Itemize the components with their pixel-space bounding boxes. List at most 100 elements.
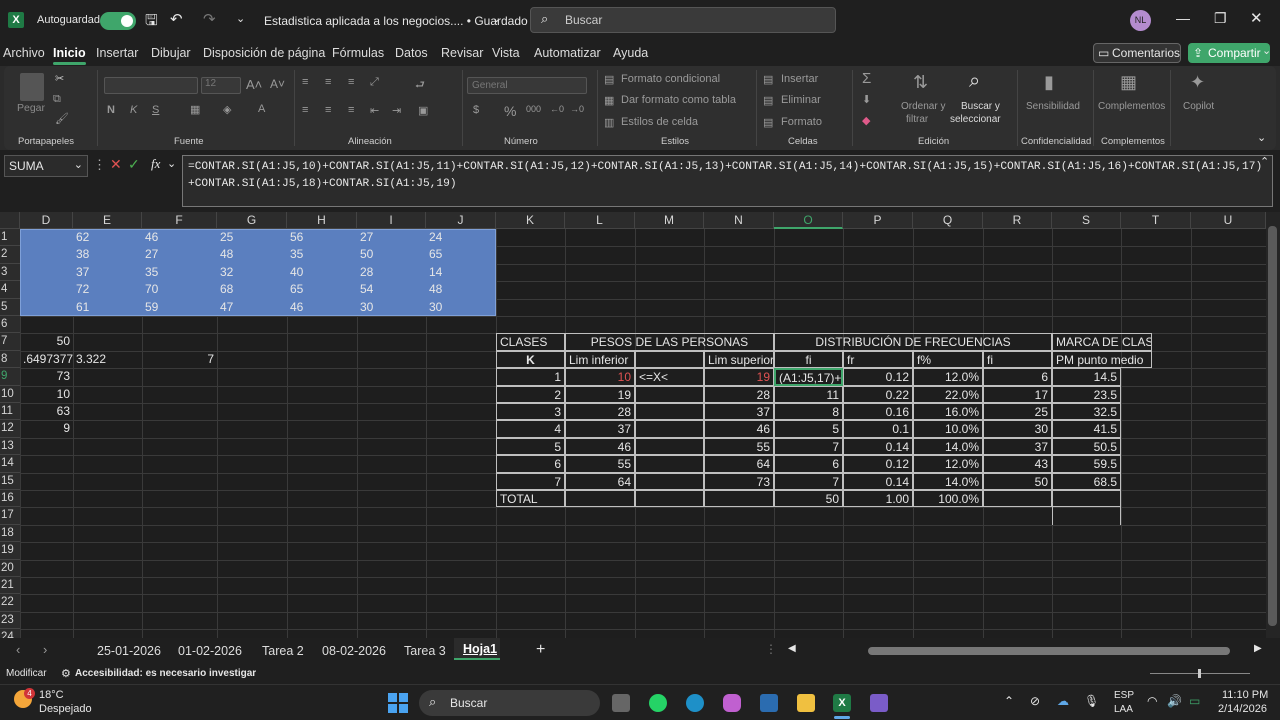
cell-d10[interactable]: 10 — [20, 386, 73, 403]
language-indicator-2[interactable]: LAA — [1114, 704, 1133, 715]
row-header-3[interactable]: 3 — [0, 263, 20, 282]
chevron-down-icon[interactable]: ⌄ — [167, 157, 176, 170]
row-header-1[interactable]: 1 — [0, 229, 20, 247]
cell[interactable] — [1052, 507, 1121, 525]
active-cell-o9[interactable]: (A1:J5,17)+ — [774, 368, 843, 386]
data-cell[interactable]: 14 — [426, 264, 496, 281]
clock-time[interactable]: 11:10 PM — [1222, 689, 1268, 701]
collapse-formula-icon[interactable]: ⌃ — [1260, 155, 1269, 168]
row-header-5[interactable]: 5 — [0, 298, 20, 316]
row-header-15[interactable]: 15 — [0, 472, 20, 490]
header-lim-superior[interactable]: Lim superior — [704, 350, 774, 369]
align-bottom-icon[interactable]: ≡ — [348, 76, 354, 88]
align-right-icon[interactable]: ≡ — [348, 104, 354, 116]
data-cell[interactable]: 59 — [142, 299, 217, 316]
copilot-app-icon[interactable] — [723, 694, 741, 712]
data-cell[interactable]: 25 — [217, 229, 287, 246]
freq-fr[interactable]: 0.14 — [843, 437, 913, 456]
cell-d12[interactable]: 9 — [20, 420, 73, 437]
cell-e8[interactable]: 3.322 — [73, 351, 142, 368]
row-header-12[interactable]: 12 — [0, 420, 20, 438]
avatar[interactable]: NL — [1130, 10, 1151, 31]
cell-d8[interactable]: .64973775 — [20, 351, 73, 368]
scroll-right-icon[interactable]: ▶ — [1254, 643, 1262, 654]
row-header-16[interactable]: 16 — [0, 490, 20, 508]
close-icon[interactable]: ✕ — [1250, 9, 1263, 27]
header-pm[interactable]: PM punto medio — [1052, 350, 1152, 369]
freq-fi[interactable]: 7 — [774, 472, 843, 490]
font-size-select[interactable]: 12 — [201, 77, 241, 94]
merge-cells-icon[interactable]: ▣ — [418, 104, 428, 117]
row-header-7[interactable]: 7 — [0, 333, 20, 351]
snipping-tool-icon[interactable] — [870, 694, 888, 712]
label-total[interactable]: TOTAL — [496, 490, 565, 508]
freq-cum[interactable]: 37 — [983, 437, 1052, 456]
excel-taskbar-icon[interactable]: X — [833, 694, 851, 712]
header-marca[interactable]: MARCA DE CLASE — [1052, 333, 1152, 351]
data-cell[interactable]: 56 — [287, 229, 357, 246]
row-header-20[interactable]: 20 — [0, 559, 20, 577]
data-cell[interactable]: 68 — [217, 281, 287, 298]
data-cell[interactable]: 46 — [142, 229, 217, 246]
class-k[interactable]: 2 — [496, 385, 565, 403]
data-cell[interactable]: 61 — [73, 299, 142, 316]
freq-cum[interactable]: 25 — [983, 403, 1052, 421]
data-cell[interactable]: 24 — [426, 229, 496, 246]
freq-fi[interactable]: 6 — [774, 455, 843, 473]
column-header-j[interactable]: J — [426, 212, 496, 229]
wifi-icon[interactable]: ◠ — [1147, 694, 1157, 708]
freq-pct[interactable]: 12.0% — [913, 368, 983, 386]
scroll-left-icon[interactable]: ◀ — [788, 643, 796, 654]
select-all-corner[interactable] — [0, 212, 20, 229]
row-header-24[interactable]: 24 — [0, 629, 20, 638]
paste-button[interactable]: Pegar — [17, 102, 45, 114]
column-header-k[interactable]: K — [496, 212, 565, 229]
wrap-text-icon[interactable]: ⮐ — [415, 76, 425, 95]
header-k[interactable]: K — [496, 350, 565, 369]
lim-inferior[interactable]: 46 — [565, 437, 635, 456]
lim-superior[interactable]: 19 — [704, 368, 774, 386]
header-pesos[interactable]: PESOS DE LAS PERSONAS — [565, 333, 774, 351]
decrease-indent-icon[interactable]: ⇤ — [370, 104, 379, 117]
lim-superior[interactable]: 64 — [704, 455, 774, 473]
file-manager-icon[interactable] — [612, 694, 630, 712]
lim-superior[interactable]: 46 — [704, 420, 774, 438]
save-icon[interactable]: 🖫 — [145, 10, 158, 35]
column-header-s[interactable]: S — [1052, 212, 1121, 229]
midpoint[interactable]: 23.5 — [1052, 385, 1121, 403]
row-header-19[interactable]: 19 — [0, 542, 20, 560]
share-options-icon[interactable]: ⌄ — [1262, 44, 1271, 57]
freq-pct[interactable]: 16.0% — [913, 403, 983, 421]
data-cell[interactable]: 27 — [357, 229, 426, 246]
freq-fi[interactable]: 5 — [774, 420, 843, 438]
autosum-icon[interactable]: Σ — [862, 70, 871, 87]
menu-ayuda[interactable]: Ayuda — [613, 46, 648, 60]
grow-font-icon[interactable]: A˄ — [246, 77, 262, 92]
edge-icon[interactable] — [686, 694, 704, 712]
freq-fi[interactable]: 7 — [774, 437, 843, 456]
redo-icon[interactable]: ↷ — [203, 10, 216, 28]
undo-icon[interactable]: ↶ — [170, 10, 183, 28]
scroll-thumb[interactable] — [1268, 226, 1277, 626]
column-header-i[interactable]: I — [357, 212, 426, 229]
volume-icon[interactable]: 🔊 — [1167, 694, 1182, 708]
header-fr[interactable]: fr — [843, 350, 913, 369]
insert-cells-button[interactable]: Insertar — [781, 73, 818, 85]
borders-icon[interactable]: ▦ — [190, 103, 200, 116]
class-k[interactable]: 6 — [496, 455, 565, 473]
increase-indent-icon[interactable]: ⇥ — [392, 104, 401, 117]
class-k[interactable]: 7 — [496, 472, 565, 490]
row-header-11[interactable]: 11 — [0, 403, 20, 421]
data-cell[interactable]: 62 — [73, 229, 142, 246]
data-cell[interactable]: 54 — [357, 281, 426, 298]
prev-sheet-icon[interactable]: ‹ — [16, 642, 20, 657]
document-title[interactable]: Estadistica aplicada a los negocios.... … — [264, 14, 528, 28]
data-cell[interactable]: 32 — [217, 264, 287, 281]
format-painter-icon[interactable]: 🖌 — [55, 112, 69, 125]
freq-cum[interactable]: 17 — [983, 385, 1052, 403]
menu-revisar[interactable]: Revisar — [441, 46, 483, 60]
freq-fr[interactable]: 0.12 — [843, 455, 913, 473]
find-select-button[interactable]: Buscar y — [961, 101, 1000, 112]
row-header-23[interactable]: 23 — [0, 611, 20, 630]
freq-fr[interactable]: 0.14 — [843, 472, 913, 490]
